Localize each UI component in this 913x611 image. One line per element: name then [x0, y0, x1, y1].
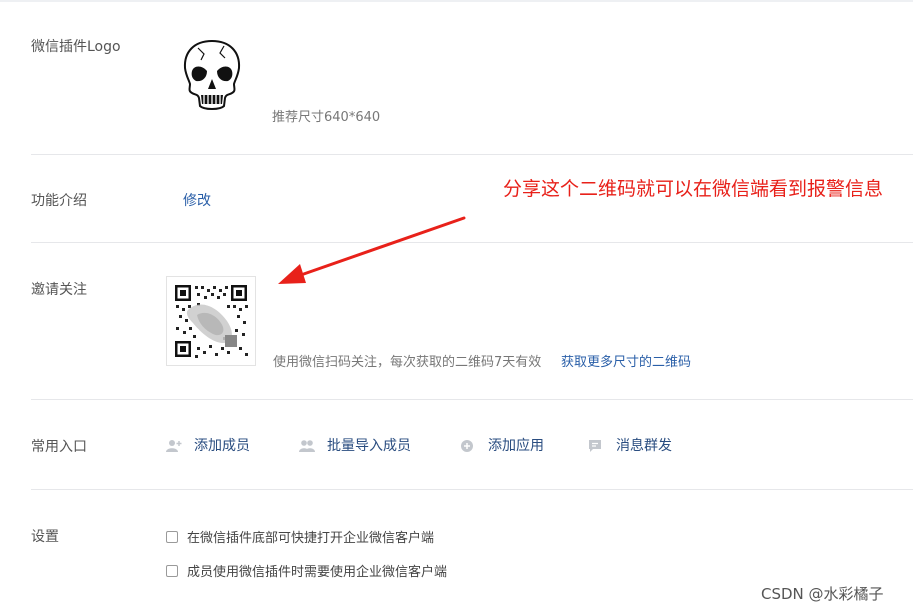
batch-import-entry[interactable]: 批量导入成员	[299, 435, 411, 455]
quick-open-checkbox[interactable]	[166, 530, 178, 543]
add-user-icon	[166, 438, 182, 452]
batch-import-label: 批量导入成员	[327, 438, 411, 454]
setting-option-row: 成员使用微信插件时需要使用企业微信客户端	[166, 561, 447, 580]
divider	[31, 242, 913, 243]
add-app-label: 添加应用	[488, 438, 544, 454]
edit-intro-link[interactable]: 修改	[183, 190, 211, 210]
intro-label: 功能介绍	[31, 193, 87, 209]
add-app-entry[interactable]: 添加应用	[460, 435, 544, 455]
require-client-label[interactable]: 成员使用微信插件时需要使用企业微信客户端	[187, 561, 447, 580]
watermark: CSDN @水彩橘子	[761, 585, 884, 603]
logo-label: 微信插件Logo	[31, 39, 121, 55]
qr-code-icon	[167, 277, 255, 365]
annotation-text: 分享这个二维码就可以在微信端看到报警信息	[503, 178, 884, 200]
annotation-arrow-icon	[278, 216, 466, 284]
add-app-icon	[460, 438, 474, 452]
message-icon	[588, 438, 602, 452]
add-member-label: 添加成员	[194, 438, 250, 454]
setting-option-row: 在微信插件底部可快捷打开企业微信客户端	[166, 527, 434, 546]
divider	[31, 154, 913, 155]
require-client-checkbox[interactable]	[166, 564, 178, 577]
plugin-logo-image[interactable]	[178, 38, 246, 114]
divider	[31, 399, 913, 400]
users-icon	[299, 438, 315, 452]
qr-code[interactable]	[166, 276, 256, 366]
top-border	[0, 0, 913, 2]
logo-size-hint: 推荐尺寸640*640	[272, 110, 381, 125]
mass-message-entry[interactable]: 消息群发	[588, 435, 672, 455]
divider	[31, 489, 913, 490]
more-qr-sizes-link[interactable]: 获取更多尺寸的二维码	[561, 351, 691, 370]
add-member-entry[interactable]: 添加成员	[166, 435, 250, 455]
skull-logo-icon	[183, 39, 241, 110]
entries-label: 常用入口	[31, 439, 87, 455]
quick-open-label[interactable]: 在微信插件底部可快捷打开企业微信客户端	[187, 527, 434, 546]
qr-hint: 使用微信扫码关注，每次获取的二维码7天有效	[273, 355, 542, 370]
settings-label: 设置	[31, 529, 59, 545]
invite-label: 邀请关注	[31, 282, 87, 298]
mass-message-label: 消息群发	[616, 438, 672, 454]
